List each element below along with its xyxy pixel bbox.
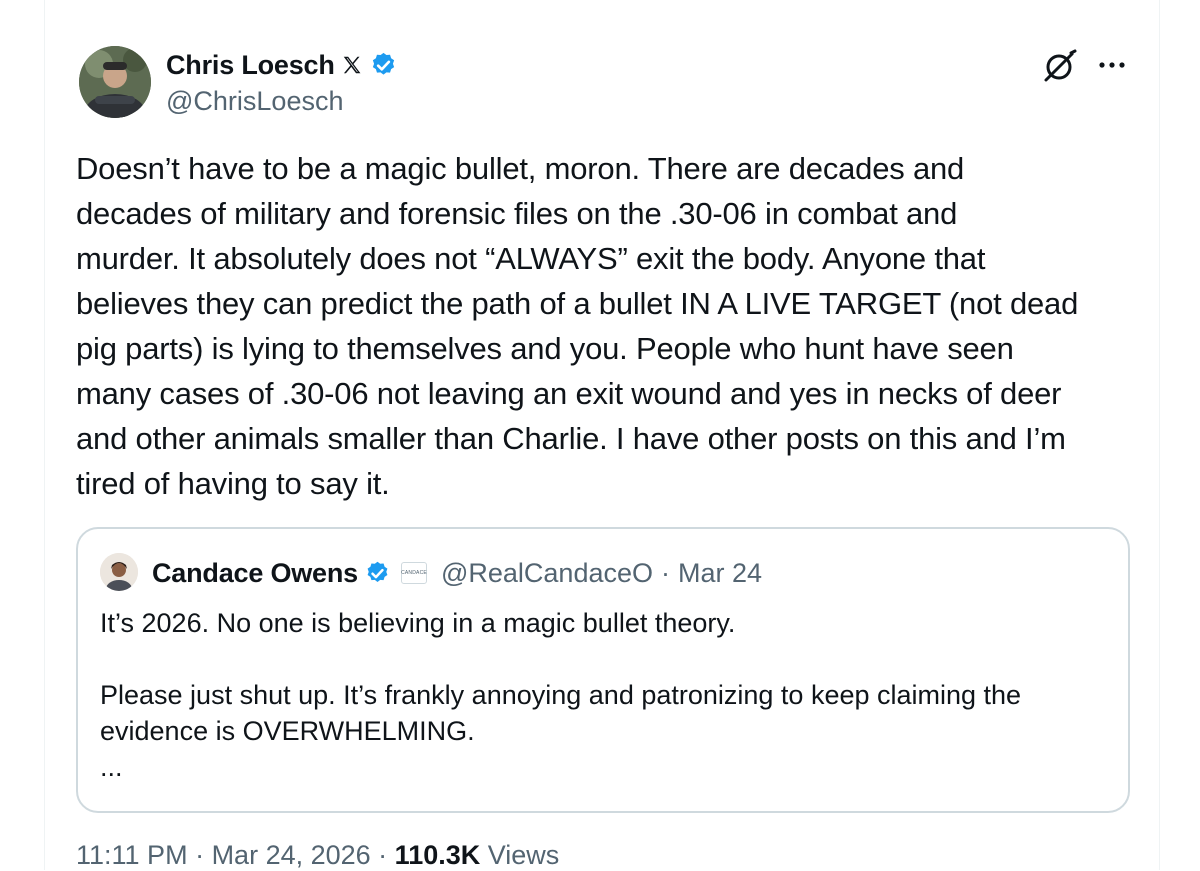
grok-icon[interactable] — [1040, 48, 1078, 86]
author-name[interactable]: Chris Loesch — [166, 50, 335, 81]
quoted-text: It’s 2026. No one is believing in a magi… — [100, 605, 1110, 785]
tweet-text: Doesn’t have to be a magic bullet, moron… — [76, 146, 1151, 506]
quoted-header: Candace Owens CANDACE @RealCandaceO · Ma… — [152, 556, 762, 590]
quoted-author-handle: @RealCandaceO — [440, 557, 654, 588]
quoted-date[interactable]: Mar 24 — [678, 558, 762, 589]
quoted-author-avatar[interactable] — [100, 553, 138, 591]
tweet-time[interactable]: 11:11 PM — [76, 840, 188, 870]
tweet-date[interactable]: Mar 24, 2026 — [212, 840, 371, 870]
tweet-text-line: Doesn’t have to be a magic bullet, moron… — [76, 151, 965, 186]
quoted-author-name[interactable]: Candace Owens — [152, 558, 358, 589]
quoted-author-avatar-image — [100, 553, 138, 591]
more-options-icon[interactable] — [1095, 52, 1129, 78]
author-handle[interactable]: @ChrisLoesch — [166, 86, 343, 117]
views-count[interactable]: 110.3K — [395, 840, 481, 870]
verified-badge-icon[interactable] — [369, 51, 398, 80]
quoted-separator: · — [661, 557, 671, 588]
author-avatar-image — [79, 46, 151, 118]
verified-badge-icon[interactable] — [364, 560, 391, 587]
author-name-row[interactable]: Chris Loesch — [166, 48, 398, 82]
tweet-text-line: pig parts) is lying to themselves and yo… — [76, 331, 1014, 366]
x-logo-icon — [341, 54, 363, 76]
tweet-text-line: tired of having to say it. — [76, 466, 390, 501]
tweet-text-line: and other animals smaller than Charlie. … — [76, 421, 1066, 456]
tweet-text-line: decades of military and forensic files o… — [76, 196, 958, 231]
quoted-paragraph: It’s 2026. No one is believing in a magi… — [100, 608, 736, 638]
page-column-border-right — [1159, 0, 1160, 870]
author-avatar[interactable] — [79, 46, 151, 118]
tweet[interactable]: Chris Loesch @ChrisLoesch Doesn’t have t… — [45, 0, 1159, 870]
views-label[interactable]: Views — [480, 840, 560, 870]
meta-separator: · — [370, 840, 395, 870]
tweet-meta: 11:11 PM · Mar 24, 2026 · 110.3K Views — [76, 840, 559, 871]
affiliation-badge[interactable]: CANDACE — [400, 562, 427, 584]
tweet-text-line: murder. It absolutely does not “ALWAYS” … — [76, 241, 986, 276]
quoted-tweet-card[interactable]: Candace Owens CANDACE @RealCandaceO · Ma… — [76, 527, 1130, 813]
tweet-text-line: believes they can predict the path of a … — [76, 286, 1079, 321]
quoted-paragraph: Please just shut up. It’s frankly annoyi… — [100, 680, 1022, 710]
tweet-text-line: many cases of .30-06 not leaving an exit… — [76, 376, 1062, 411]
quoted-ellipsis: ... — [100, 752, 123, 782]
quoted-paragraph: evidence is OVERWHELMING. — [100, 716, 475, 746]
meta-separator: · — [187, 840, 212, 870]
